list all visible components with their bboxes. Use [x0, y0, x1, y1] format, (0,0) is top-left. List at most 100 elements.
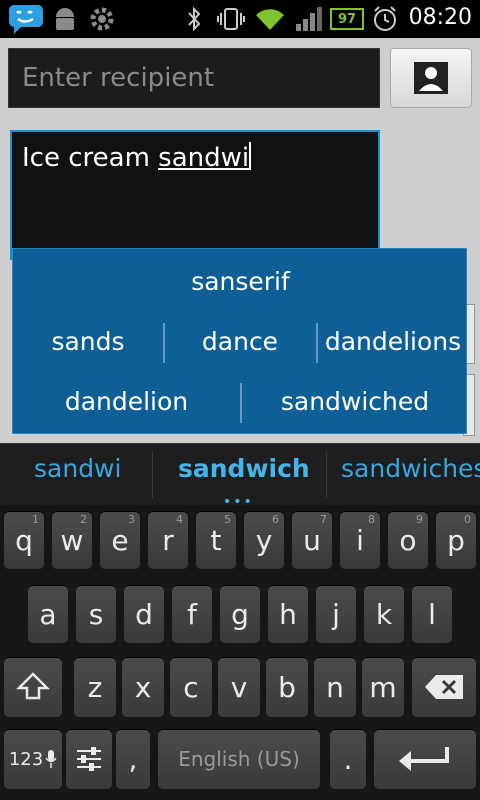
period-key[interactable]: . — [330, 729, 366, 789]
enter-icon — [399, 747, 449, 771]
key-z[interactable]: z — [74, 657, 116, 717]
suggestion-primary[interactable]: sandwich — [178, 454, 310, 483]
key-label: z — [87, 670, 103, 704]
android-icon — [52, 4, 78, 34]
message-input[interactable]: Ice cream sandwi — [10, 130, 380, 260]
key-n[interactable]: n — [314, 657, 356, 717]
key-i[interactable]: i8 — [340, 511, 380, 569]
key-label: b — [278, 670, 296, 704]
key-y[interactable]: y6 — [244, 511, 284, 569]
suggestion-typed[interactable]: sandwi — [34, 454, 121, 483]
key-label: s — [88, 597, 104, 631]
popup-suggestion[interactable]: sanserif — [13, 267, 468, 296]
space-key[interactable]: English (US) — [158, 729, 320, 789]
key-j[interactable]: j — [316, 585, 356, 643]
key-g[interactable]: g — [220, 585, 260, 643]
key-label: x — [134, 670, 152, 704]
key-a[interactable]: a — [28, 585, 68, 643]
key-b[interactable]: b — [266, 657, 308, 717]
popup-suggestion[interactable]: dance — [165, 327, 315, 356]
microphone-icon — [45, 750, 57, 768]
enter-key[interactable] — [374, 729, 476, 789]
key-label: g — [231, 597, 249, 631]
sliders-icon — [77, 747, 101, 771]
key-o[interactable]: o9 — [388, 511, 428, 569]
key-p[interactable]: p0 — [436, 511, 476, 569]
key-hint: 2 — [80, 513, 87, 526]
popup-suggestion[interactable]: sands — [13, 327, 163, 356]
key-label: j — [332, 597, 340, 631]
key-f[interactable]: f — [172, 585, 212, 643]
key-hint: 3 — [128, 513, 135, 526]
key-label: v — [230, 670, 248, 704]
backspace-icon — [425, 675, 463, 699]
key-label: r — [162, 523, 174, 557]
key-label: o — [399, 523, 417, 557]
recipient-input[interactable]: Enter recipient — [8, 48, 380, 108]
popup-suggestion[interactable]: sandwiched — [242, 387, 468, 416]
symbols-mode-key[interactable]: 123 — [4, 729, 62, 789]
contact-icon — [414, 62, 448, 94]
suggestion-alt[interactable]: sandwiches — [341, 454, 480, 483]
key-label: q — [15, 523, 33, 557]
key-l[interactable]: l — [412, 585, 452, 643]
key-k[interactable]: k — [364, 585, 404, 643]
key-hint: 5 — [224, 513, 231, 526]
key-e[interactable]: e3 — [100, 511, 140, 569]
key-label: p — [447, 523, 465, 557]
key-hint: 8 — [368, 513, 375, 526]
popup-suggestion[interactable]: dandelions — [318, 327, 468, 356]
key-label: l — [428, 597, 436, 631]
keyboard: q1w2e3r4t5y6u7i8o9p0 asdfghjkl zxcvbnm 1… — [0, 505, 480, 800]
shift-key[interactable] — [4, 657, 62, 717]
bluetooth-icon — [186, 4, 202, 34]
settings-key[interactable] — [66, 729, 112, 789]
vibrate-icon — [216, 4, 246, 34]
clock: 08:20 — [408, 5, 472, 30]
backspace-key[interactable] — [412, 657, 476, 717]
key-t[interactable]: t5 — [196, 511, 236, 569]
key-label: e — [111, 523, 129, 557]
suggestion-divider — [152, 452, 153, 498]
alarm-icon — [372, 4, 398, 34]
key-x[interactable]: x — [122, 657, 164, 717]
key-w[interactable]: w2 — [52, 511, 92, 569]
popup-suggestion[interactable]: dandelion — [13, 387, 240, 416]
key-label: n — [326, 670, 344, 704]
text-cursor — [249, 142, 252, 170]
key-v[interactable]: v — [218, 657, 260, 717]
key-label: u — [303, 523, 321, 557]
key-s[interactable]: s — [76, 585, 116, 643]
status-bar: 97 08:20 — [0, 0, 480, 38]
more-suggestions-popup: sanserif sands dance dandelions dandelio… — [12, 248, 467, 434]
key-label: h — [279, 597, 297, 631]
suggestion-strip: sandwi sandwich ••• sandwiches — [0, 443, 480, 510]
comma-key[interactable]: , — [116, 729, 150, 789]
key-h[interactable]: h — [268, 585, 308, 643]
key-label: y — [255, 523, 273, 557]
wifi-icon — [254, 4, 286, 34]
key-hint: 0 — [464, 513, 471, 526]
settings-gear-icon — [88, 4, 116, 34]
key-c[interactable]: c — [170, 657, 212, 717]
key-hint: 4 — [176, 513, 183, 526]
suggestion-divider — [326, 452, 327, 498]
key-d[interactable]: d — [124, 585, 164, 643]
key-label: f — [187, 597, 197, 631]
key-r[interactable]: r4 — [148, 511, 188, 569]
key-label: d — [135, 597, 153, 631]
key-label: i — [356, 523, 364, 557]
key-label: k — [375, 597, 393, 631]
key-label: c — [183, 670, 199, 704]
key-u[interactable]: u7 — [292, 511, 332, 569]
symbols-label: 123 — [8, 748, 44, 770]
key-m[interactable]: m — [362, 657, 404, 717]
shift-icon — [16, 672, 50, 700]
key-q[interactable]: q1 — [4, 511, 44, 569]
messaging-icon — [8, 4, 44, 34]
battery-level: 97 — [337, 11, 357, 27]
contact-picker-button[interactable] — [390, 48, 472, 108]
composing-word: sandwi — [158, 143, 250, 173]
message-text: Ice cream — [22, 143, 159, 173]
key-hint: 9 — [416, 513, 423, 526]
